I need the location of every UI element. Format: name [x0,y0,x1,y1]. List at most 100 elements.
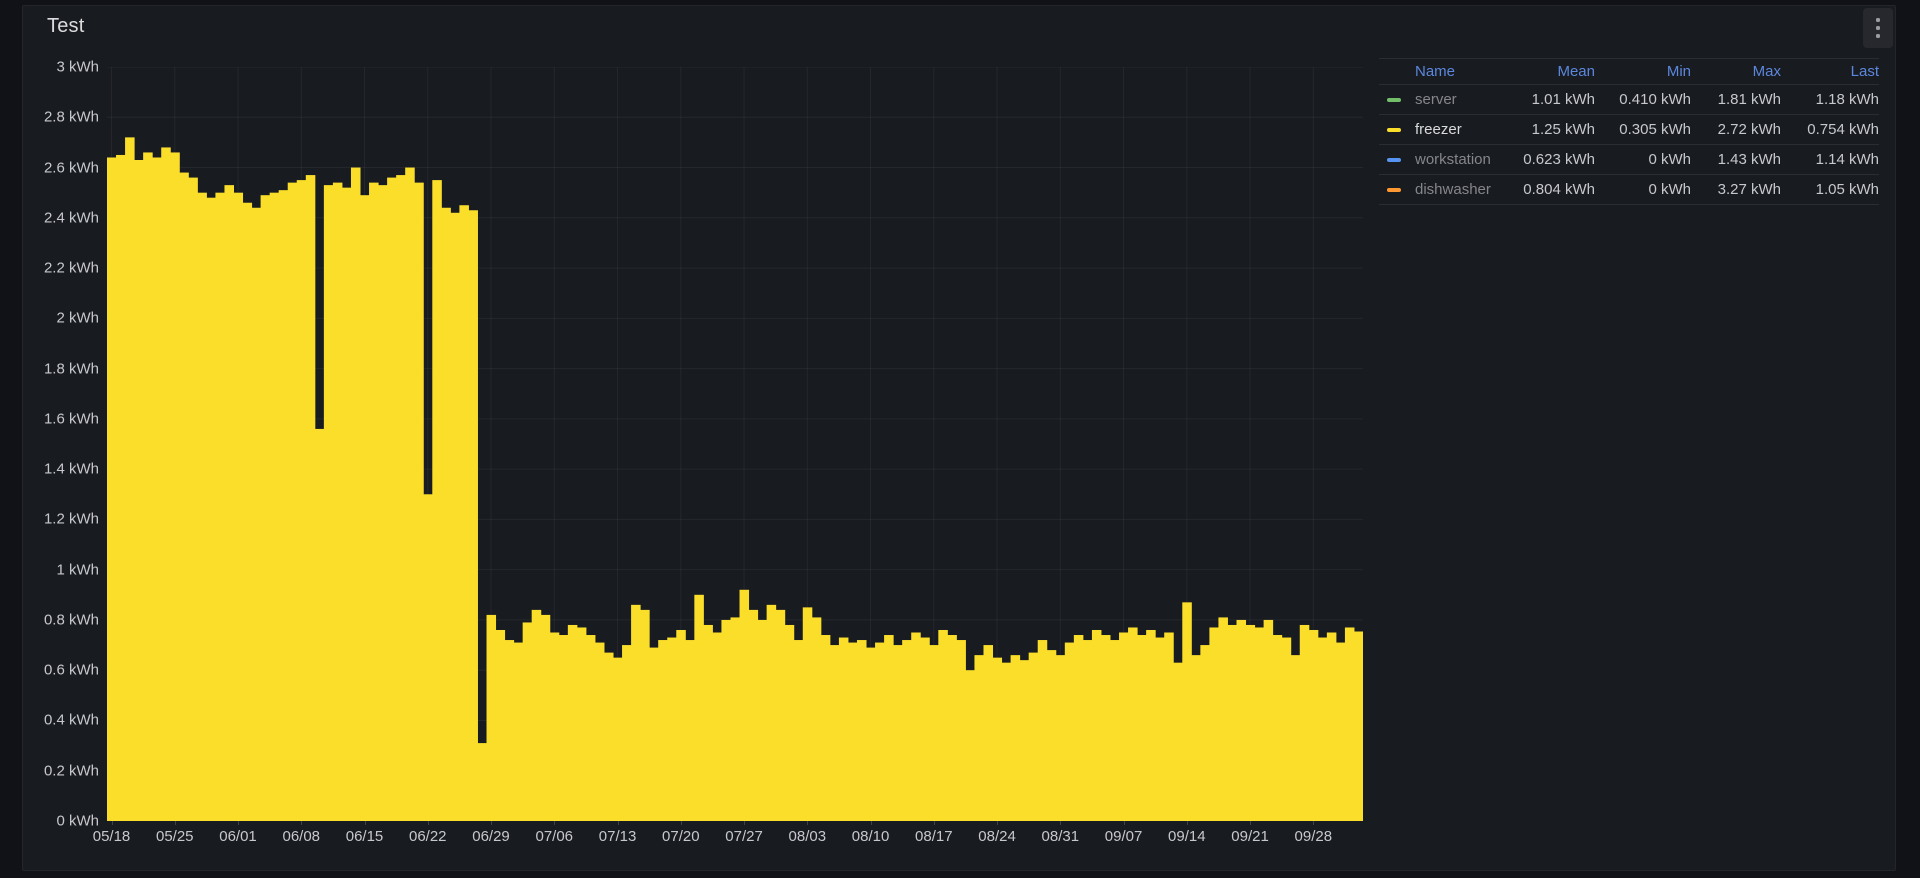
freezer-bar[interactable] [559,635,569,821]
freezer-bar[interactable] [468,210,478,821]
freezer-bar[interactable] [414,183,424,821]
freezer-bar[interactable] [143,152,153,821]
freezer-bar[interactable] [938,630,948,821]
freezer-bar[interactable] [1146,630,1156,821]
freezer-bar[interactable] [1236,620,1246,821]
legend-header-mean[interactable]: Mean [1505,63,1595,80]
freezer-bar[interactable] [179,173,189,821]
freezer-bar[interactable] [496,630,506,821]
freezer-bar[interactable] [197,193,207,821]
freezer-bar[interactable] [405,168,415,821]
freezer-bar[interactable] [116,155,126,821]
freezer-bar[interactable] [974,655,984,821]
freezer-bar[interactable] [152,157,162,821]
freezer-bar[interactable] [1354,631,1363,821]
freezer-bar[interactable] [170,152,180,821]
freezer-bar[interactable] [1137,635,1147,821]
legend-header-last[interactable]: Last [1781,63,1879,80]
freezer-bar[interactable] [1065,643,1075,821]
freezer-bar[interactable] [252,208,262,821]
freezer-bar[interactable] [767,605,777,821]
freezer-bar[interactable] [134,160,144,821]
freezer-bar[interactable] [568,625,578,821]
freezer-bar[interactable] [983,645,993,821]
freezer-bar[interactable] [125,137,135,821]
freezer-bar[interactable] [459,205,469,821]
freezer-bar[interactable] [893,645,903,821]
freezer-bar[interactable] [1101,635,1111,821]
freezer-bar[interactable] [224,185,234,821]
freezer-bar[interactable] [839,638,849,821]
freezer-bar[interactable] [604,653,614,821]
freezer-bar[interactable] [812,617,822,821]
freezer-bar[interactable] [947,635,957,821]
freezer-bar[interactable] [1074,635,1084,821]
freezer-bar[interactable] [776,610,786,821]
freezer-bar[interactable] [929,645,939,821]
freezer-bar[interactable] [758,620,768,821]
freezer-bar[interactable] [911,633,921,822]
freezer-bar[interactable] [1110,640,1120,821]
freezer-bar[interactable] [1164,633,1174,822]
freezer-bar[interactable] [107,157,117,821]
freezer-bar[interactable] [541,615,551,821]
freezer-bar[interactable] [306,175,316,821]
freezer-bar[interactable] [1029,653,1039,821]
freezer-bar[interactable] [803,607,813,821]
freezer-bar[interactable] [360,195,370,821]
freezer-bar[interactable] [577,627,587,821]
freezer-bar[interactable] [378,185,388,821]
freezer-bar[interactable] [785,625,795,821]
freezer-bar[interactable] [1327,633,1337,822]
freezer-bar[interactable] [351,168,361,821]
freezer-bar[interactable] [279,190,289,821]
freezer-bar[interactable] [206,198,216,821]
freezer-bar[interactable] [694,595,704,821]
freezer-bar[interactable] [857,640,867,821]
freezer-bar[interactable] [1083,640,1093,821]
freezer-bar[interactable] [1128,627,1138,821]
freezer-bar[interactable] [1155,638,1165,821]
freezer-bar[interactable] [622,645,632,821]
legend-series-toggle-dishwasher[interactable]: dishwasher [1379,181,1505,198]
freezer-bar[interactable] [830,645,840,821]
freezer-bar[interactable] [1300,625,1310,821]
freezer-bar[interactable] [631,605,641,821]
bar-chart[interactable] [107,67,1363,821]
freezer-bar[interactable] [1182,602,1192,821]
freezer-bar[interactable] [1038,640,1048,821]
freezer-bar[interactable] [649,648,659,821]
freezer-bar[interactable] [297,180,307,821]
freezer-bar[interactable] [1345,627,1355,821]
freezer-bar[interactable] [1218,617,1228,821]
freezer-bar[interactable] [487,615,497,821]
freezer-bar[interactable] [342,188,352,821]
freezer-bar[interactable] [1209,627,1219,821]
freezer-bar[interactable] [613,658,623,821]
freezer-bar[interactable] [1056,655,1066,821]
freezer-bar[interactable] [721,620,731,821]
freezer-bar[interactable] [640,610,650,821]
freezer-bar[interactable] [703,625,713,821]
freezer-bar[interactable] [324,185,334,821]
freezer-bar[interactable] [387,178,397,821]
freezer-bar[interactable] [794,640,804,821]
freezer-bar[interactable] [956,640,966,821]
freezer-bar[interactable] [1264,620,1274,821]
freezer-bar[interactable] [532,610,542,821]
freezer-bar[interactable] [261,195,271,821]
freezer-bar[interactable] [1092,630,1102,821]
freezer-bar[interactable] [315,429,325,821]
freezer-bar[interactable] [270,193,280,821]
freezer-bar[interactable] [288,183,298,821]
legend-series-toggle-freezer[interactable]: freezer [1379,121,1505,138]
freezer-bar[interactable] [821,635,831,821]
freezer-bar[interactable] [1047,650,1057,821]
freezer-bar[interactable] [1309,630,1319,821]
panel-menu-button[interactable] [1863,8,1893,48]
freezer-bar[interactable] [432,180,442,821]
freezer-bar[interactable] [215,193,225,821]
freezer-bar[interactable] [1191,655,1201,821]
freezer-bar[interactable] [1291,655,1301,821]
freezer-bar[interactable] [477,743,487,821]
